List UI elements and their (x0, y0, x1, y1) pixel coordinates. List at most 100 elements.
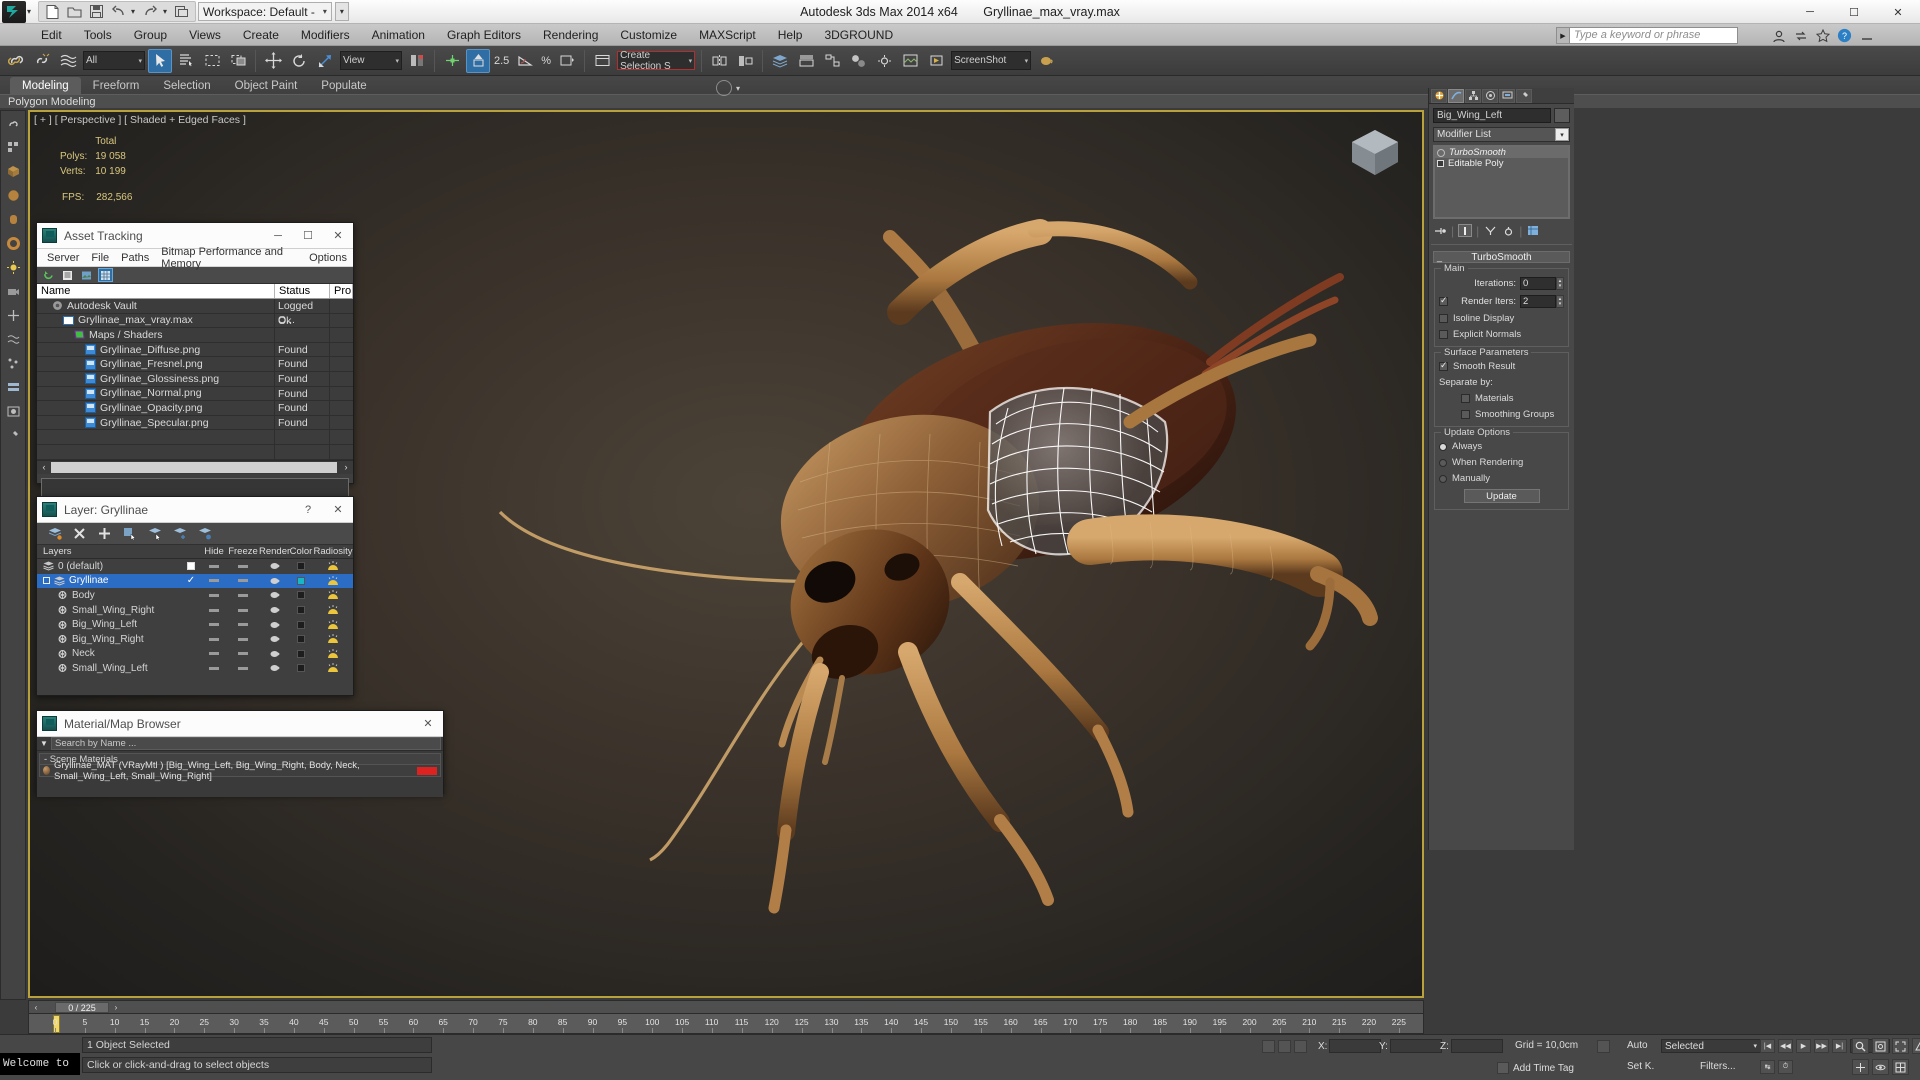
at-menu-options[interactable]: Options (303, 252, 353, 264)
ribbon-options-icon[interactable] (715, 80, 732, 96)
explicit-normals-row[interactable]: Explicit Normals (1439, 329, 1564, 340)
save-icon[interactable] (86, 3, 106, 21)
prev-frame-icon[interactable]: ‹ (29, 1003, 43, 1012)
refresh-icon[interactable] (41, 268, 56, 282)
layer-radiosity-toggle[interactable] (313, 575, 353, 586)
asset-tracking-row[interactable] (37, 430, 353, 445)
tab-modeling[interactable]: Modeling (10, 77, 81, 94)
layer-radiosity-toggle[interactable] (313, 619, 353, 630)
edit-named-selection-icon[interactable] (590, 49, 614, 73)
update-button[interactable]: Update (1463, 489, 1540, 503)
asset-tracking-row[interactable]: Gryllinae_Normal.png Found (37, 386, 353, 402)
asset-tracking-row[interactable]: Maps / Shaders (37, 328, 353, 343)
layer-render-toggle[interactable] (259, 635, 289, 643)
update-manually-row[interactable]: Manually (1439, 473, 1564, 484)
isoline-display-checkbox[interactable] (1439, 314, 1448, 323)
strip-icon-array[interactable] (5, 139, 21, 155)
menu-create[interactable]: Create (232, 24, 290, 46)
pin-stack-icon[interactable] (1433, 224, 1447, 237)
key-filter-combo[interactable]: Selected ▾ (1661, 1039, 1761, 1053)
search-input[interactable]: Type a keyword or phrase (1570, 27, 1738, 44)
asset-tracking-dialog[interactable]: Asset Tracking ─ ☐ ✕ Server File Paths B… (36, 222, 354, 502)
layer-radiosity-toggle[interactable] (313, 648, 353, 659)
time-configuration-icon[interactable]: ⏱ (1778, 1060, 1793, 1074)
workspace-selector[interactable]: Workspace: Default - ▾ (198, 2, 332, 21)
update-when-rendering-row[interactable]: When Rendering (1439, 457, 1564, 468)
material-browser-close-button[interactable]: ✕ (413, 711, 443, 736)
layer-freeze-toggle[interactable] (227, 666, 259, 670)
expand-plus-icon[interactable] (1437, 160, 1444, 167)
rollout-header-turbosmooth[interactable]: _ TurboSmooth (1433, 251, 1570, 263)
field-of-view-icon[interactable] (1912, 1038, 1920, 1054)
next-frame-icon[interactable]: › (109, 1003, 123, 1012)
layer-radiosity-toggle[interactable] (313, 663, 353, 673)
render-iters-checkbox[interactable] (1439, 295, 1448, 306)
layer-hide-toggle[interactable] (201, 579, 227, 583)
scroll-right-icon[interactable]: › (339, 462, 353, 472)
exchange-icon[interactable] (1791, 26, 1810, 45)
create-tab[interactable] (1431, 88, 1447, 103)
signin-icon[interactable] (1769, 26, 1788, 45)
layer-hide-toggle[interactable] (201, 637, 227, 641)
at-menu-paths[interactable]: Paths (115, 252, 155, 264)
search-options-icon[interactable]: ▼ (37, 739, 51, 748)
layer-radiosity-toggle[interactable] (313, 561, 353, 571)
menu-graph-editors[interactable]: Graph Editors (436, 24, 532, 46)
material-map-browser[interactable]: Material/Map Browser ✕ ▼ Search by Name … (36, 710, 444, 797)
select-objects-in-layer-icon[interactable] (122, 526, 137, 541)
coord-z-field[interactable] (1450, 1039, 1503, 1053)
configure-modifier-sets-icon[interactable] (1526, 224, 1540, 237)
render-iters-input[interactable]: 2 (1520, 295, 1556, 308)
schematic-view-icon[interactable] (820, 49, 844, 73)
layer-render-toggle[interactable] (259, 621, 289, 629)
layer-dialog-help-button[interactable]: ? (293, 497, 323, 522)
open-icon[interactable] (64, 3, 84, 21)
tab-object-paint[interactable]: Object Paint (223, 77, 310, 94)
strip-icon-box[interactable] (5, 163, 21, 179)
layer-color-swatch[interactable] (289, 576, 313, 585)
layer-color-swatch[interactable] (289, 606, 313, 615)
absolute-relative-icon[interactable] (1278, 1040, 1291, 1053)
layer-hide-toggle[interactable] (201, 652, 227, 656)
current-frame-display[interactable]: 0 / 225 (55, 1001, 109, 1013)
workspace-dropdown-button[interactable]: ▾ (334, 2, 349, 21)
pan-view-icon[interactable] (1852, 1059, 1869, 1075)
separate-smoothing-groups-checkbox[interactable] (1461, 410, 1470, 419)
layer-manager-icon[interactable] (768, 49, 792, 73)
layer-render-toggle[interactable] (259, 606, 289, 614)
delete-layer-icon[interactable] (72, 526, 87, 541)
select-object-icon[interactable] (148, 48, 172, 73)
strip-icon-utility[interactable] (5, 427, 21, 443)
auto-key-toggle-icon[interactable] (1597, 1040, 1610, 1053)
rectangular-selection-region-icon[interactable] (200, 49, 224, 73)
menu-3dground[interactable]: 3DGROUND (813, 24, 904, 46)
scroll-thumb[interactable] (51, 461, 337, 473)
set-project-icon[interactable] (172, 3, 192, 21)
percent-snap-label[interactable]: % (541, 55, 551, 67)
tab-populate[interactable]: Populate (309, 77, 378, 94)
asset-tracking-row[interactable] (37, 444, 353, 460)
rendered-frame-window-icon[interactable] (898, 49, 922, 73)
isoline-display-row[interactable]: Isoline Display (1439, 313, 1564, 324)
menu-tools[interactable]: Tools (73, 24, 123, 46)
zoom-icon[interactable] (1852, 1038, 1869, 1054)
at-menu-server[interactable]: Server (41, 252, 85, 264)
asset-tracking-maximize[interactable]: ☐ (293, 223, 323, 248)
help-icon[interactable]: ? (1835, 26, 1854, 45)
layer-row[interactable]: Big_Wing_Left (37, 617, 353, 632)
at-menu-file[interactable]: File (85, 252, 115, 264)
layer-current-toggle[interactable]: ✓ (181, 575, 201, 586)
material-list-item[interactable]: Gryllinae_MAT (VRayMtl ) [Big_Wing_Left,… (39, 760, 441, 782)
strip-icon-camera[interactable] (5, 283, 21, 299)
auto-key-label[interactable]: Auto (1627, 1040, 1648, 1051)
layer-render-toggle[interactable] (259, 562, 289, 570)
strip-icon-cylinder[interactable] (5, 211, 21, 227)
strip-icon-modifier[interactable] (5, 379, 21, 395)
ribbon-caret-icon[interactable]: ▾ (736, 84, 740, 93)
ly-col-render[interactable]: Render (259, 545, 290, 558)
reference-coordinate-combo[interactable]: View ▾ (340, 51, 402, 70)
add-layer-icon[interactable] (97, 526, 112, 541)
star-icon[interactable] (1813, 26, 1832, 45)
asset-tracking-row[interactable]: Gryllinae_max_vray.max Ok (37, 313, 353, 329)
use-pivot-point-center-icon[interactable] (405, 49, 429, 73)
